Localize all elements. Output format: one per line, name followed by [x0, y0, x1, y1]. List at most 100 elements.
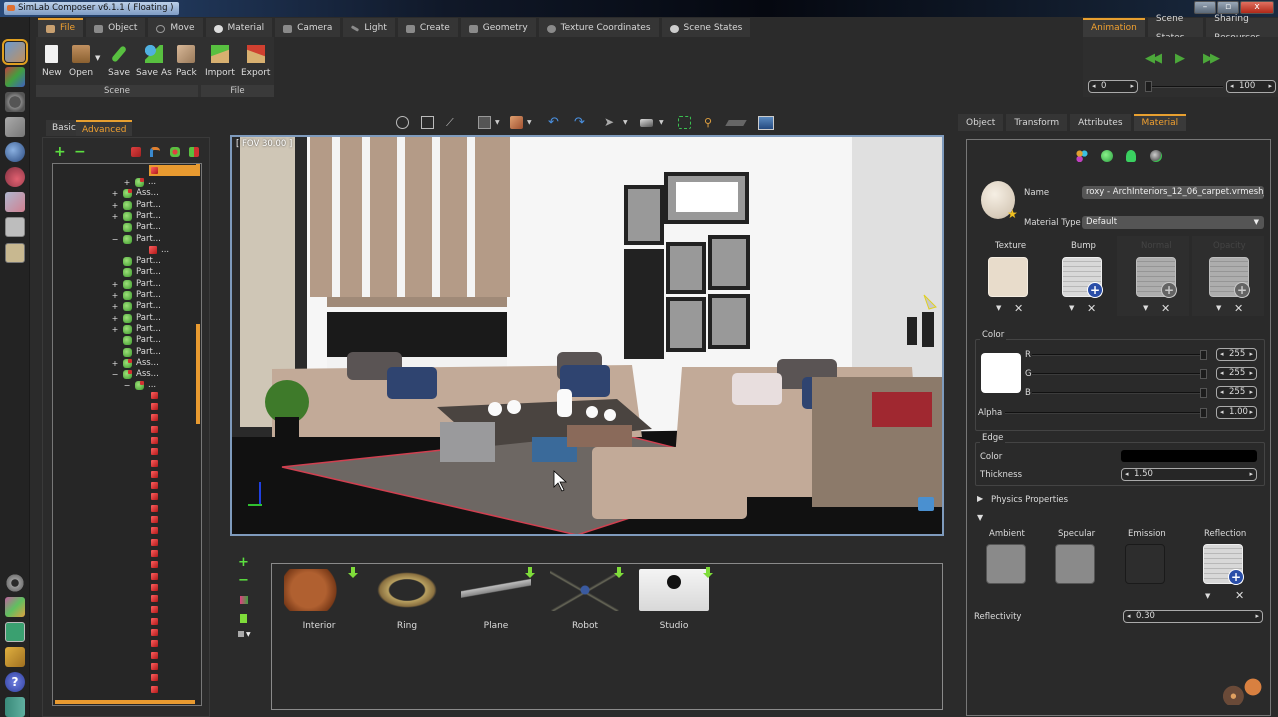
- tab-scene-states[interactable]: Scene States: [661, 18, 751, 37]
- mesh-cube-icon[interactable]: [151, 549, 158, 557]
- orbit-icon[interactable]: [396, 116, 409, 129]
- opacity-map-remove-icon[interactable]: ✕: [1234, 302, 1243, 315]
- pick-material-icon[interactable]: [1101, 150, 1113, 162]
- mesh-cube-icon[interactable]: [151, 617, 158, 625]
- thickness-spinbox[interactable]: 1.50: [1121, 468, 1257, 481]
- tab-object[interactable]: Object: [86, 18, 146, 37]
- mesh-cube-icon[interactable]: [151, 425, 158, 433]
- walk-icon[interactable]: ⟋: [446, 116, 459, 129]
- mesh-cube-icon[interactable]: [151, 651, 158, 659]
- library-add-icon[interactable]: +: [238, 555, 249, 570]
- add-node-icon[interactable]: +: [54, 144, 66, 160]
- materials-icon[interactable]: [5, 67, 25, 87]
- library-download-icon[interactable]: [240, 614, 247, 623]
- b-slider[interactable]: [1032, 392, 1207, 394]
- new-button[interactable]: New: [42, 45, 62, 78]
- tab-move[interactable]: Move: [148, 18, 203, 37]
- select-dropdown[interactable]: ▼: [623, 119, 628, 126]
- package-icon[interactable]: [5, 697, 25, 717]
- tree-row[interactable]: − Ass...: [111, 369, 159, 380]
- group-icon[interactable]: [131, 147, 141, 157]
- material-name-input[interactable]: roxy - ArchInteriors_12_06_carpet.vrmesh…: [1082, 186, 1264, 199]
- material-library-icon[interactable]: [1076, 150, 1088, 162]
- reflection-map-dropdown[interactable]: ▼: [1205, 592, 1210, 600]
- tree-row[interactable]: ...: [137, 245, 169, 256]
- mesh-cube-icon[interactable]: [151, 436, 158, 444]
- mesh-cube-icon[interactable]: [151, 538, 158, 546]
- download-icon[interactable]: [703, 567, 713, 581]
- hierarchy-icon[interactable]: [150, 147, 160, 157]
- fast-forward-button[interactable]: ▶▶: [1203, 51, 1220, 66]
- alpha-slider-handle[interactable]: [1200, 408, 1207, 418]
- tab-file[interactable]: File: [38, 18, 84, 37]
- expand-toggle-icon[interactable]: −: [123, 380, 131, 391]
- library-item-plane[interactable]: Plane: [456, 567, 536, 631]
- mesh-cube-icon[interactable]: [151, 482, 158, 490]
- tab-light[interactable]: Light: [343, 18, 395, 37]
- mesh-cube-icon[interactable]: [151, 640, 158, 648]
- mesh-cube-icon[interactable]: [151, 414, 158, 422]
- mesh-cube-icon[interactable]: [151, 459, 158, 467]
- tree-vertical-scrollbar[interactable]: [196, 324, 200, 424]
- ambient-color-swatch[interactable]: [986, 544, 1026, 584]
- tab-sharing-resources[interactable]: Sharing Resources: [1206, 14, 1278, 43]
- tree-horizontal-scrollbar[interactable]: [55, 700, 195, 704]
- mesh-cube-icon[interactable]: [151, 516, 158, 523]
- ground-plane-icon[interactable]: [725, 120, 747, 126]
- help-icon[interactable]: ?: [5, 672, 25, 692]
- expand-toggle-icon[interactable]: +: [111, 301, 119, 312]
- tab-object-props[interactable]: Object: [958, 114, 1004, 131]
- end-frame-spinbox[interactable]: 100: [1226, 80, 1276, 93]
- expand-toggle-icon[interactable]: +: [111, 279, 119, 290]
- library-books-icon[interactable]: [240, 596, 248, 604]
- mesh-cube-icon[interactable]: [151, 470, 158, 478]
- mesh-cube-icon[interactable]: [151, 448, 158, 456]
- mesh-cube-icon[interactable]: [151, 595, 158, 603]
- r-slider-handle[interactable]: [1200, 350, 1207, 360]
- mesh-cube-icon[interactable]: [151, 504, 158, 512]
- reflectivity-spinbox[interactable]: 0.30: [1123, 610, 1263, 623]
- play-button[interactable]: ▶: [1175, 51, 1185, 66]
- mesh-cube-icon[interactable]: [151, 527, 158, 535]
- library-item-interior[interactable]: Interior: [279, 567, 359, 631]
- library-view-icon[interactable]: [238, 631, 244, 637]
- render-region-icon[interactable]: [478, 116, 491, 129]
- mesh-cube-icon[interactable]: [151, 391, 158, 399]
- tab-scene-states-right[interactable]: Scene States: [1147, 14, 1204, 43]
- save-as-button[interactable]: Save As: [136, 45, 172, 78]
- tab-animation[interactable]: Animation: [1083, 18, 1145, 37]
- mesh-cube-icon[interactable]: [151, 493, 158, 501]
- texture-map-dropdown[interactable]: ▼: [996, 304, 1001, 312]
- expand-toggle-icon[interactable]: +: [111, 290, 119, 301]
- download-icon[interactable]: [525, 567, 535, 581]
- photo-icon[interactable]: [5, 117, 25, 137]
- normal-map-slot[interactable]: +: [1136, 257, 1177, 298]
- environment-icon[interactable]: [5, 142, 25, 162]
- tree-row[interactable]: + Ass...: [111, 358, 159, 369]
- normal-map-remove-icon[interactable]: ✕: [1161, 302, 1170, 315]
- bump-map-remove-icon[interactable]: ✕: [1087, 302, 1096, 315]
- tree-row[interactable]: + Part...: [111, 200, 161, 211]
- display-output-icon[interactable]: [758, 116, 774, 130]
- physics-properties-label[interactable]: Physics Properties: [991, 495, 1068, 505]
- collapse-triangle-icon[interactable]: ▼: [977, 513, 983, 522]
- library-item-studio[interactable]: Studio: [634, 567, 714, 631]
- library-view-dropdown[interactable]: ▼: [246, 631, 251, 638]
- shading-dropdown[interactable]: ▼: [527, 119, 532, 126]
- expand-toggle-icon[interactable]: +: [123, 177, 131, 188]
- tree-row[interactable]: + Part...: [111, 211, 161, 222]
- expand-toggle-icon[interactable]: +: [111, 211, 119, 222]
- scene-browser-icon[interactable]: [2, 39, 28, 65]
- tab-material[interactable]: Material: [205, 18, 273, 37]
- presentation-icon[interactable]: [5, 243, 25, 263]
- opacity-map-dropdown[interactable]: ▼: [1216, 304, 1221, 312]
- camera-view-icon[interactable]: [640, 119, 653, 127]
- keys-icon[interactable]: [5, 647, 25, 667]
- open-dropdown-arrow-icon[interactable]: ▼: [95, 54, 100, 62]
- camera-icon[interactable]: [5, 92, 25, 112]
- fit-all-icon[interactable]: [678, 116, 691, 129]
- shading-cube-icon[interactable]: [510, 116, 523, 129]
- import-button[interactable]: Import: [205, 45, 235, 78]
- alpha-spinbox[interactable]: 1.00: [1216, 406, 1257, 419]
- tab-attributes[interactable]: Attributes: [1070, 114, 1131, 131]
